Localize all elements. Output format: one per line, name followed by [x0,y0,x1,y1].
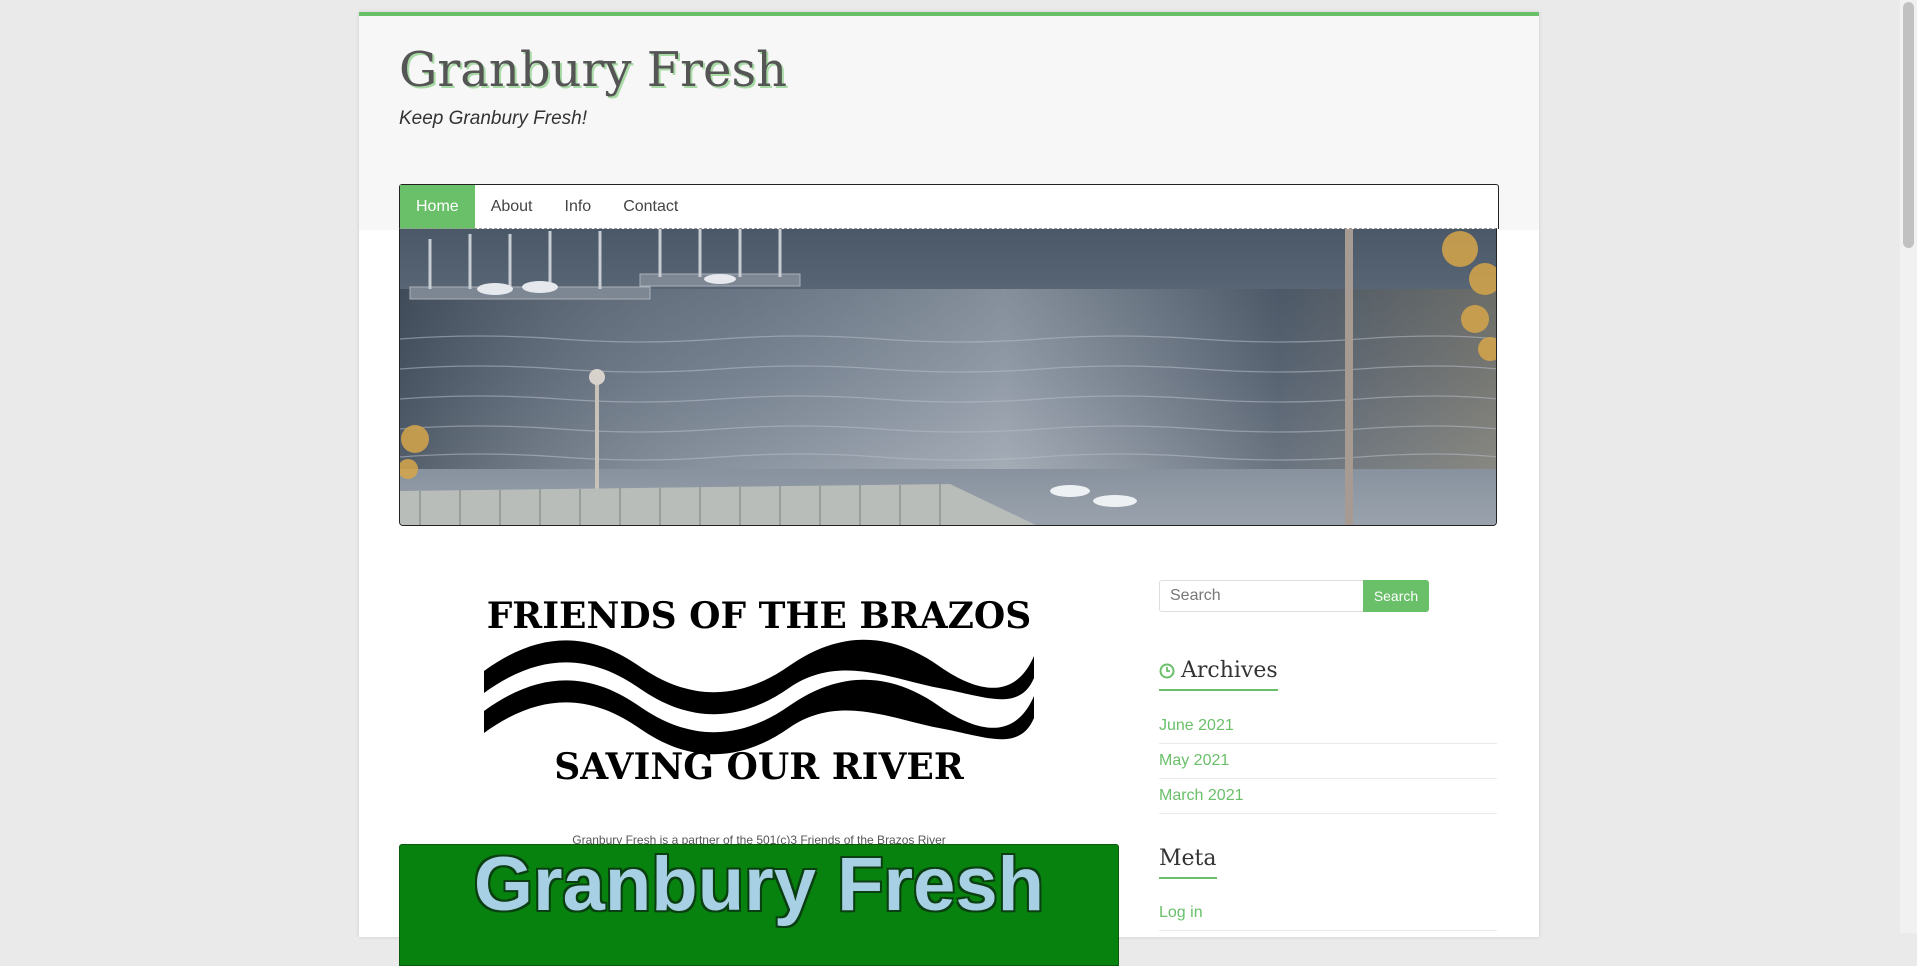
meta-list: Log in [1159,896,1497,931]
logo-text-top: FRIENDS OF THE BRAZOS [487,596,1032,637]
search-input[interactable] [1159,580,1364,612]
nav-item-info[interactable]: Info [549,185,608,229]
waves-graphic [484,639,1034,755]
nav-item-contact[interactable]: Contact [607,185,694,229]
archive-link-may-2021[interactable]: May 2021 [1159,744,1497,779]
nav-item-home[interactable]: Home [400,185,475,229]
granbury-fresh-banner[interactable]: Granbury Fresh [399,844,1119,966]
page-container: Granbury Fresh Keep Granbury Fresh! Home… [359,12,1539,966]
archives-title-text: Archives [1181,658,1278,683]
search-button[interactable]: Search [1363,580,1429,612]
page-scrollbar[interactable] [1900,0,1917,933]
site-title[interactable]: Granbury Fresh [399,46,787,94]
archive-link-march-2021[interactable]: March 2021 [1159,779,1497,814]
header-image-lake [399,228,1497,526]
meta-link-log-in[interactable]: Log in [1159,896,1497,931]
archive-link-june-2021[interactable]: June 2021 [1159,709,1497,744]
archives-widget-title: Archives [1159,658,1278,691]
friends-of-the-brazos-logo[interactable]: FRIENDS OF THE BRAZOS SAVING OUR RIVER [479,596,1039,786]
logo-text-bottom: SAVING OUR RIVER [554,746,965,786]
main-navigation: Home About Info Contact [399,184,1499,229]
meta-widget-title: Meta [1159,846,1217,879]
meta-title-text: Meta [1159,846,1217,871]
lake-photo [400,229,1496,525]
site-tagline: Keep Granbury Fresh! [399,108,587,129]
scrollbar-thumb[interactable] [1903,2,1914,248]
nav-item-about[interactable]: About [475,185,549,229]
banner-text: Granbury Fresh [473,844,1045,927]
clock-icon [1159,663,1175,678]
archives-list: June 2021 May 2021 March 2021 [1159,709,1497,814]
